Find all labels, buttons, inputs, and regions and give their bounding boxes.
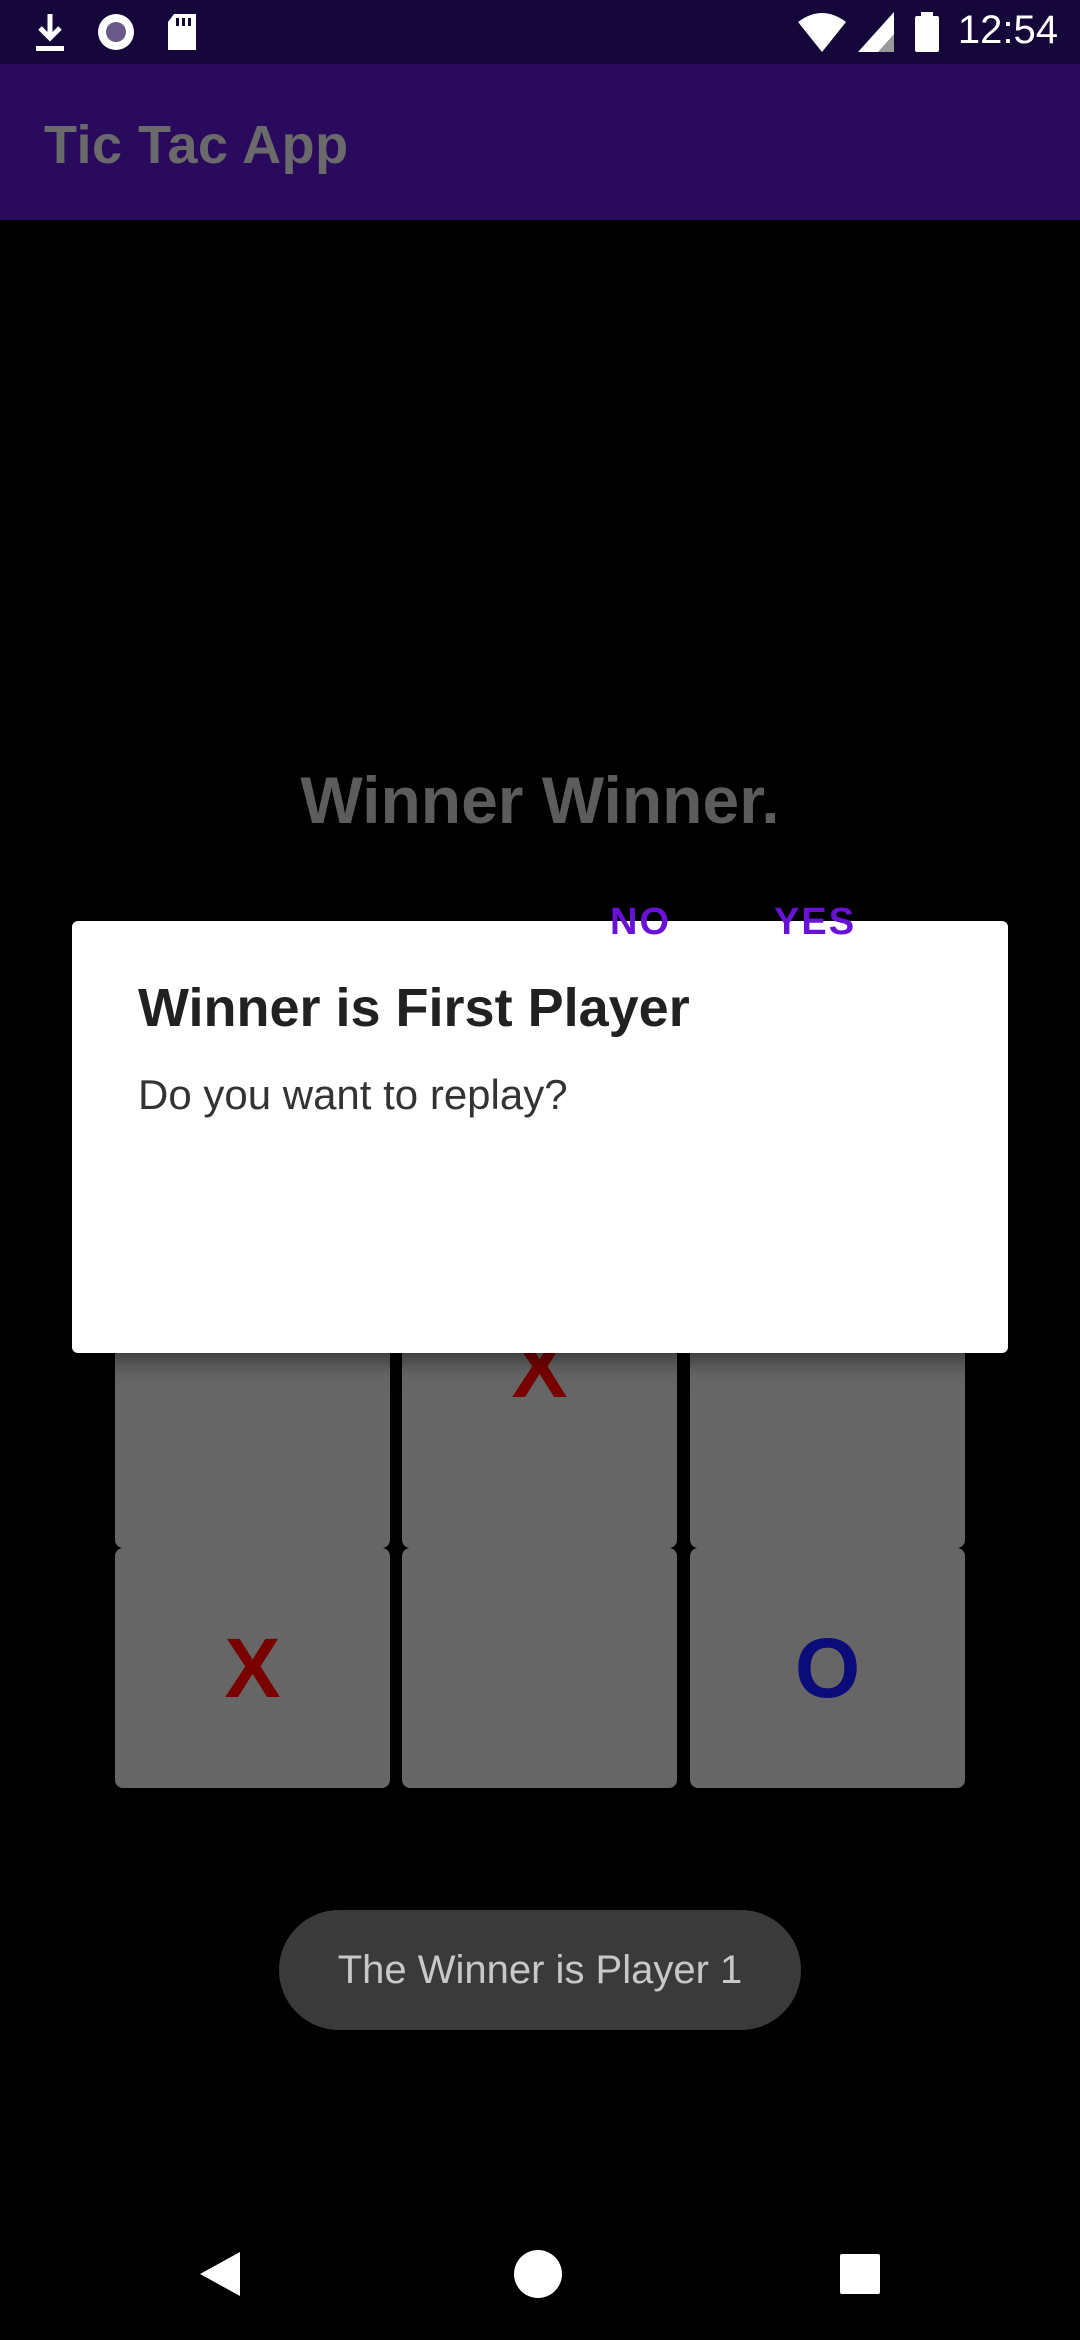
dialog-title: Winner is First Player <box>138 978 690 1038</box>
sd-card-icon <box>164 10 200 59</box>
cell-mark: X <box>224 1620 281 1715</box>
no-button[interactable]: NO <box>596 882 685 962</box>
recents-icon[interactable] <box>838 2252 882 2301</box>
status-bar: 12:54 <box>0 0 1080 64</box>
circle-record-icon <box>94 10 138 59</box>
cell-mark: O <box>794 1620 861 1715</box>
toast-message: The Winner is Player 1 <box>279 1910 801 2030</box>
battery-icon <box>912 10 942 59</box>
replay-dialog: Winner is First Player Do you want to re… <box>72 921 1008 1353</box>
home-icon[interactable] <box>512 2248 564 2305</box>
board-cell[interactable]: O <box>690 1548 965 1788</box>
yes-button[interactable]: YES <box>760 882 870 962</box>
download-icon <box>32 10 68 59</box>
screen: 12:54 Tic Tac App Winner Winner. X X O T… <box>0 0 1080 2340</box>
dialog-message: Do you want to replay? <box>138 1071 568 1118</box>
board-cell[interactable] <box>402 1548 677 1788</box>
back-icon[interactable] <box>196 2248 244 2305</box>
signal-icon <box>856 10 896 59</box>
app-title: Tic Tac App <box>44 115 349 175</box>
board-cell[interactable]: X <box>115 1548 390 1788</box>
navigation-bar <box>0 2212 1080 2340</box>
winner-heading: Winner Winner. <box>300 763 780 837</box>
wifi-icon <box>796 10 848 59</box>
app-bar: Tic Tac App <box>0 64 1080 220</box>
status-time: 12:54 <box>957 8 1058 52</box>
